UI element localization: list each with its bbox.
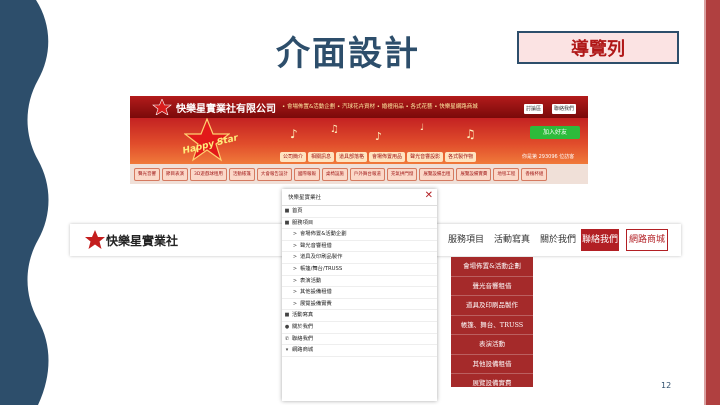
svg-text:♫: ♫	[465, 127, 476, 141]
menu-item-label: 服務項目	[292, 219, 314, 226]
section-tag: 導覽列	[517, 31, 679, 64]
menu-subitem[interactable]: > 表演活動	[282, 276, 437, 288]
old-tag[interactable]: 充氣拱門燈	[386, 168, 418, 181]
svg-text:♫: ♫	[330, 124, 339, 135]
menu-item-shop[interactable]: ▾ 網路商城	[282, 345, 437, 357]
old-site-tag-row: 聲光音響 節目表演 3D遊戲球租用 活動帳篷 大會報告設計 國際報報 桌椅設施 …	[134, 168, 548, 181]
menu-item-label: 表演活動	[300, 277, 322, 284]
wave-decoration	[0, 0, 49, 405]
old-tag[interactable]: 香檳杯組	[521, 168, 548, 181]
services-dropdown: 會場佈置&活動企劃 聲光音響租借 道具及印刷品製作 帳篷、舞台、TRUSS 表演…	[451, 257, 533, 394]
chevron-right-icon: >	[292, 277, 298, 284]
slide-title: 介面設計	[276, 34, 420, 74]
menu-item-label: 帳篷/舞台/TRUSS	[300, 265, 343, 272]
menu-item-label: 關於我們	[292, 323, 314, 330]
old-tag[interactable]: 活動帳篷	[228, 168, 255, 181]
nav-contact-button[interactable]: 聯絡我們	[581, 229, 619, 251]
old-tag[interactable]: 桌椅設施	[321, 168, 348, 181]
old-tag[interactable]: 展覽設備出租	[419, 168, 455, 181]
line-add-friend-button[interactable]: 加入好友	[530, 126, 580, 139]
svg-text:♪: ♪	[290, 127, 298, 141]
chevron-right-icon: >	[292, 265, 298, 272]
menu-item-label: 展覽設備實費	[300, 300, 332, 307]
old-nav-item[interactable]: 道具部落格	[336, 152, 368, 162]
dropdown-item[interactable]: 道具及印刷品製作	[451, 296, 533, 316]
new-site-logo-text[interactable]: 快樂星實業社	[106, 232, 178, 249]
old-site-nav: 公司簡介 相關訊息 道具部落格 會場佈置用品 聲光音響設影 各式製作物	[280, 152, 477, 162]
old-tag[interactable]: 地毯工程	[493, 168, 520, 181]
nav-services[interactable]: 服務項目	[448, 224, 484, 256]
visitor-count: 你是第 293096 位訪客	[522, 154, 575, 160]
chevron-right-icon: >	[292, 300, 298, 307]
forum-button[interactable]: 討論區	[524, 104, 544, 114]
nav-about[interactable]: 關於我們	[540, 224, 576, 256]
mobile-menu-logo: 快樂星實業社	[288, 195, 322, 201]
menu-subitem[interactable]: > 聲光音響租借	[282, 241, 437, 253]
old-nav-item[interactable]: 相關訊息	[308, 152, 335, 162]
old-tag[interactable]: 聲光音響	[134, 168, 160, 181]
page-number: 12	[661, 381, 672, 390]
dropdown-item[interactable]: 表演活動	[451, 335, 533, 355]
old-tag[interactable]: 節目表演	[162, 168, 188, 181]
dropdown-item[interactable]: 會場佈置&活動企劃	[451, 257, 533, 277]
menu-item-label: 活動寫真	[292, 312, 314, 319]
menu-item-contact[interactable]: ✆ 聯絡我們	[282, 334, 437, 346]
menu-subitem[interactable]: > 會場佈置&活動企劃	[282, 229, 437, 241]
menu-item-label: 其他設備租借	[300, 289, 332, 296]
menu-item-label: 會場佈置&活動企劃	[300, 231, 347, 238]
old-site-top-links[interactable]: • 會場佈置&活動企劃 • 汽球花卉資材 • 婚禮用品 • 各式花藝 • 快樂星…	[282, 102, 478, 110]
home-icon: ■	[284, 208, 290, 214]
dropdown-item[interactable]: 聲光音響租借	[451, 277, 533, 296]
close-icon[interactable]: ✕	[425, 190, 433, 201]
menu-item-label: 聯絡我們	[292, 335, 314, 342]
nav-shop-button[interactable]: 網路商城	[626, 229, 668, 251]
logo-star-icon	[85, 230, 105, 249]
old-site-company-name: 快樂星實業社有限公司	[176, 104, 276, 115]
menu-subitem[interactable]: > 其他設備租借	[282, 287, 437, 299]
phone-icon: ✆	[284, 335, 290, 342]
menu-item-services[interactable]: ■ 服務項目	[282, 218, 437, 230]
music-notes-decoration: ♪ ♫ ♪ ♩ ♫	[290, 123, 476, 143]
menu-subitem[interactable]: > 帳篷/舞台/TRUSS	[282, 264, 437, 276]
logo-star-icon	[152, 99, 172, 115]
menu-item-gallery[interactable]: ■ 活動寫真	[282, 310, 437, 322]
old-tag[interactable]: 3D遊戲球租用	[190, 168, 227, 181]
mobile-menu-header: 快樂星實業社 ✕	[282, 189, 437, 206]
image-icon: ■	[284, 312, 290, 319]
old-site-screenshot: 快樂星實業社有限公司 • 會場佈置&活動企劃 • 汽球花卉資材 • 婚禮用品 •…	[130, 96, 588, 184]
old-nav-item[interactable]: 會場佈置用品	[369, 152, 406, 162]
svg-text:♪: ♪	[375, 130, 382, 143]
chevron-right-icon: >	[292, 289, 298, 296]
chevron-right-icon: >	[292, 254, 298, 261]
old-tag[interactable]: 戶外舞台報道	[349, 168, 385, 181]
cart-icon: ▾	[285, 347, 289, 354]
menu-item-label: 道具及印刷品製作	[300, 254, 343, 261]
svg-text:♩: ♩	[420, 123, 424, 133]
nav-gallery[interactable]: 活動寫真	[494, 224, 530, 256]
mobile-menu-panel: 快樂星實業社 ✕ ■ 首頁 ■ 服務項目 > 會場佈置&活動企劃 > 聲光音響租借 > 道…	[282, 189, 437, 401]
menu-item-label: 網路商城	[292, 347, 314, 354]
old-tag[interactable]: 大會報告設計	[256, 168, 292, 181]
info-icon: ●	[284, 323, 290, 330]
menu-item-label: 首頁	[292, 208, 303, 214]
menu-item-home[interactable]: ■ 首頁	[282, 206, 437, 218]
old-contact-button[interactable]: 聯絡我們	[552, 104, 577, 114]
old-nav-item[interactable]: 聲光音響設影	[407, 152, 444, 162]
old-tag[interactable]: 國際報報	[293, 168, 320, 181]
old-nav-item[interactable]: 各式製作物	[445, 152, 477, 162]
chevron-right-icon: >	[292, 242, 298, 249]
menu-item-about[interactable]: ● 關於我們	[282, 322, 437, 334]
menu-subitem[interactable]: > 展覽設備實費	[282, 299, 437, 311]
menu-item-label: 聲光音響租借	[300, 242, 332, 249]
grid-icon: ■	[284, 219, 290, 226]
old-nav-item[interactable]: 公司簡介	[280, 152, 307, 162]
dropdown-item[interactable]: 展覽設備實費	[451, 374, 533, 394]
chevron-right-icon: >	[292, 231, 298, 238]
menu-subitem[interactable]: > 道具及印刷品製作	[282, 252, 437, 264]
dropdown-item[interactable]: 其他設備租借	[451, 355, 533, 374]
old-tag[interactable]: 展覽設備實費	[456, 168, 492, 181]
dropdown-item[interactable]: 帳篷、舞台、TRUSS	[451, 316, 533, 335]
right-accent-bar	[706, 0, 720, 405]
